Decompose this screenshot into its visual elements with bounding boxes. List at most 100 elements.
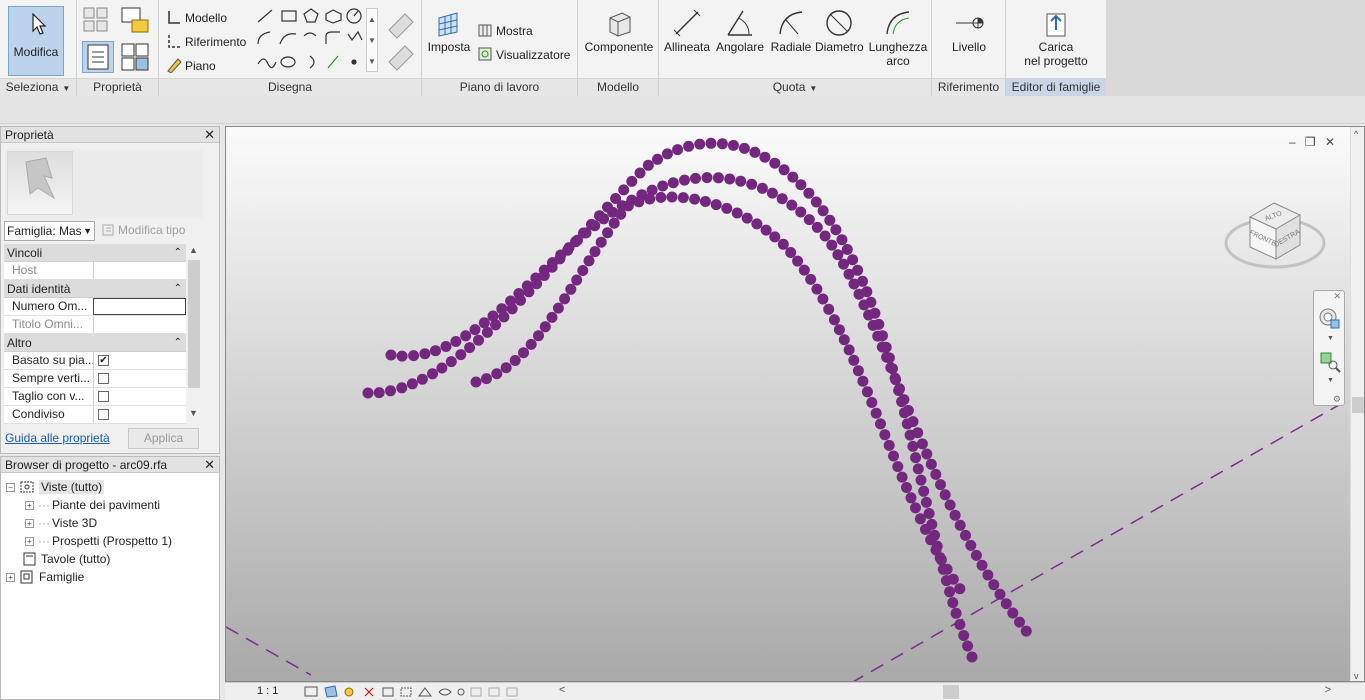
adaptive-point[interactable]	[921, 448, 933, 460]
adaptive-point[interactable]	[832, 249, 844, 261]
adaptive-point[interactable]	[811, 283, 823, 295]
adaptive-point[interactable]	[777, 238, 789, 250]
adaptive-point[interactable]	[727, 139, 739, 151]
adaptive-point[interactable]	[769, 157, 781, 169]
adaptive-point[interactable]	[416, 373, 428, 385]
diametro-button[interactable]: Diametro	[815, 8, 864, 54]
adaptive-point[interactable]	[699, 196, 711, 207]
adaptive-point[interactable]	[824, 214, 836, 226]
adaptive-point[interactable]	[738, 142, 750, 154]
adaptive-point[interactable]	[965, 539, 977, 551]
adaptive-point[interactable]	[954, 519, 966, 531]
adaptive-point[interactable]	[852, 365, 864, 377]
adaptive-point[interactable]	[912, 463, 924, 475]
adaptive-point[interactable]	[396, 382, 408, 394]
sempre-checkbox[interactable]	[98, 373, 109, 384]
adaptive-point[interactable]	[469, 324, 481, 336]
adaptive-point[interactable]	[735, 175, 747, 187]
adaptive-point[interactable]	[385, 385, 396, 397]
steering-wheel-icon[interactable]	[1318, 307, 1342, 331]
adaptive-point[interactable]	[798, 264, 810, 276]
adaptive-point[interactable]	[500, 362, 512, 374]
adaptive-point[interactable]	[518, 347, 529, 359]
adaptive-point[interactable]	[896, 471, 908, 483]
chevron-left-icon[interactable]: <	[559, 684, 565, 696]
adaptive-point[interactable]	[1000, 598, 1012, 610]
adaptive-point[interactable]	[994, 588, 1006, 600]
viewport-horizontal-scrollbar[interactable]: < >	[555, 684, 1335, 699]
adaptive-point[interactable]	[935, 479, 946, 491]
adaptive-point[interactable]	[848, 354, 860, 366]
adaptive-point[interactable]	[833, 324, 845, 336]
tree-node-viste-3d[interactable]: + ··· Viste 3D	[25, 515, 97, 531]
adaptive-point[interactable]	[866, 397, 878, 408]
family-types-icon[interactable]	[82, 6, 112, 36]
adaptive-point[interactable]	[786, 199, 798, 211]
adaptive-point[interactable]	[766, 187, 778, 199]
collapse-icon[interactable]: −	[6, 483, 15, 492]
chevron-down-icon[interactable]: ▼	[189, 408, 198, 418]
adaptive-point[interactable]	[385, 349, 397, 361]
angolare-button[interactable]: Angolare	[713, 8, 767, 54]
adaptive-point[interactable]	[787, 171, 799, 183]
numero-omniclass-input[interactable]	[93, 298, 186, 315]
adaptive-point[interactable]	[644, 193, 656, 205]
adaptive-point[interactable]	[867, 319, 879, 331]
lightbulb-icon[interactable]	[457, 688, 465, 696]
adaptive-point[interactable]	[885, 362, 897, 374]
viewport-vertical-scrollbar[interactable]: ^ v	[1350, 127, 1364, 681]
adaptive-point[interactable]	[954, 619, 966, 630]
adaptive-point[interactable]	[746, 178, 758, 190]
adaptive-point[interactable]	[930, 544, 942, 556]
adaptive-point[interactable]	[666, 191, 678, 203]
componente-button[interactable]: Componente	[581, 8, 657, 54]
adaptive-point[interactable]	[464, 342, 476, 354]
adaptive-point[interactable]	[810, 196, 822, 208]
adaptive-point[interactable]	[915, 474, 927, 486]
adaptive-point[interactable]	[875, 418, 886, 430]
adaptive-point[interactable]	[657, 180, 669, 192]
adaptive-point[interactable]	[655, 191, 667, 203]
chevron-up-icon[interactable]: ▲	[189, 245, 198, 255]
expand-icon[interactable]: +	[25, 537, 34, 546]
adaptive-point[interactable]	[947, 597, 959, 609]
adaptive-point[interactable]	[944, 499, 956, 511]
apply-button[interactable]: Applica	[128, 428, 199, 449]
close-icon[interactable]: ✕	[204, 127, 215, 143]
adaptive-point[interactable]	[902, 405, 914, 416]
visualizzatore-button[interactable]: Visualizzatore	[477, 46, 570, 62]
chevron-down-icon[interactable]: ▼	[1327, 377, 1334, 384]
adaptive-point[interactable]	[362, 387, 374, 399]
adaptive-point[interactable]	[705, 137, 717, 149]
adaptive-point[interactable]	[759, 151, 771, 163]
adaptive-point[interactable]	[672, 144, 684, 156]
adaptive-point[interactable]	[988, 579, 1000, 591]
family-type-selector[interactable]: Famiglia: Mas ▼	[4, 221, 95, 241]
adaptive-point[interactable]	[912, 427, 924, 439]
adaptive-point[interactable]	[907, 416, 919, 428]
adaptive-point[interactable]	[954, 583, 966, 595]
adaptive-point[interactable]	[910, 452, 922, 464]
adaptive-point[interactable]	[455, 349, 467, 361]
adaptive-point[interactable]	[602, 227, 614, 239]
adaptive-point[interactable]	[430, 345, 441, 357]
adaptive-point[interactable]	[947, 573, 959, 585]
adaptive-point[interactable]	[920, 523, 931, 535]
close-icon[interactable]: ✕	[1333, 291, 1341, 302]
adaptive-point[interactable]	[525, 338, 537, 350]
temporary-hide-icon[interactable]	[418, 687, 432, 697]
adaptive-point[interactable]	[642, 159, 654, 171]
adaptive-point[interactable]	[724, 173, 736, 185]
adaptive-point[interactable]	[577, 265, 589, 276]
adaptive-point[interactable]	[838, 334, 850, 346]
collapse-icon[interactable]: ⌃	[174, 280, 182, 298]
piano-button[interactable]: Piano	[166, 57, 216, 74]
adaptive-point[interactable]	[509, 355, 521, 366]
lunghezza-arco-button[interactable]: Lunghezza arco	[865, 8, 931, 68]
adaptive-point[interactable]	[861, 386, 873, 398]
properties-toggle-button[interactable]	[82, 41, 114, 73]
adaptive-point[interactable]	[817, 293, 829, 305]
adaptive-point[interactable]	[892, 461, 904, 473]
adaptive-point[interactable]	[944, 586, 956, 598]
adaptive-point[interactable]	[690, 172, 701, 184]
